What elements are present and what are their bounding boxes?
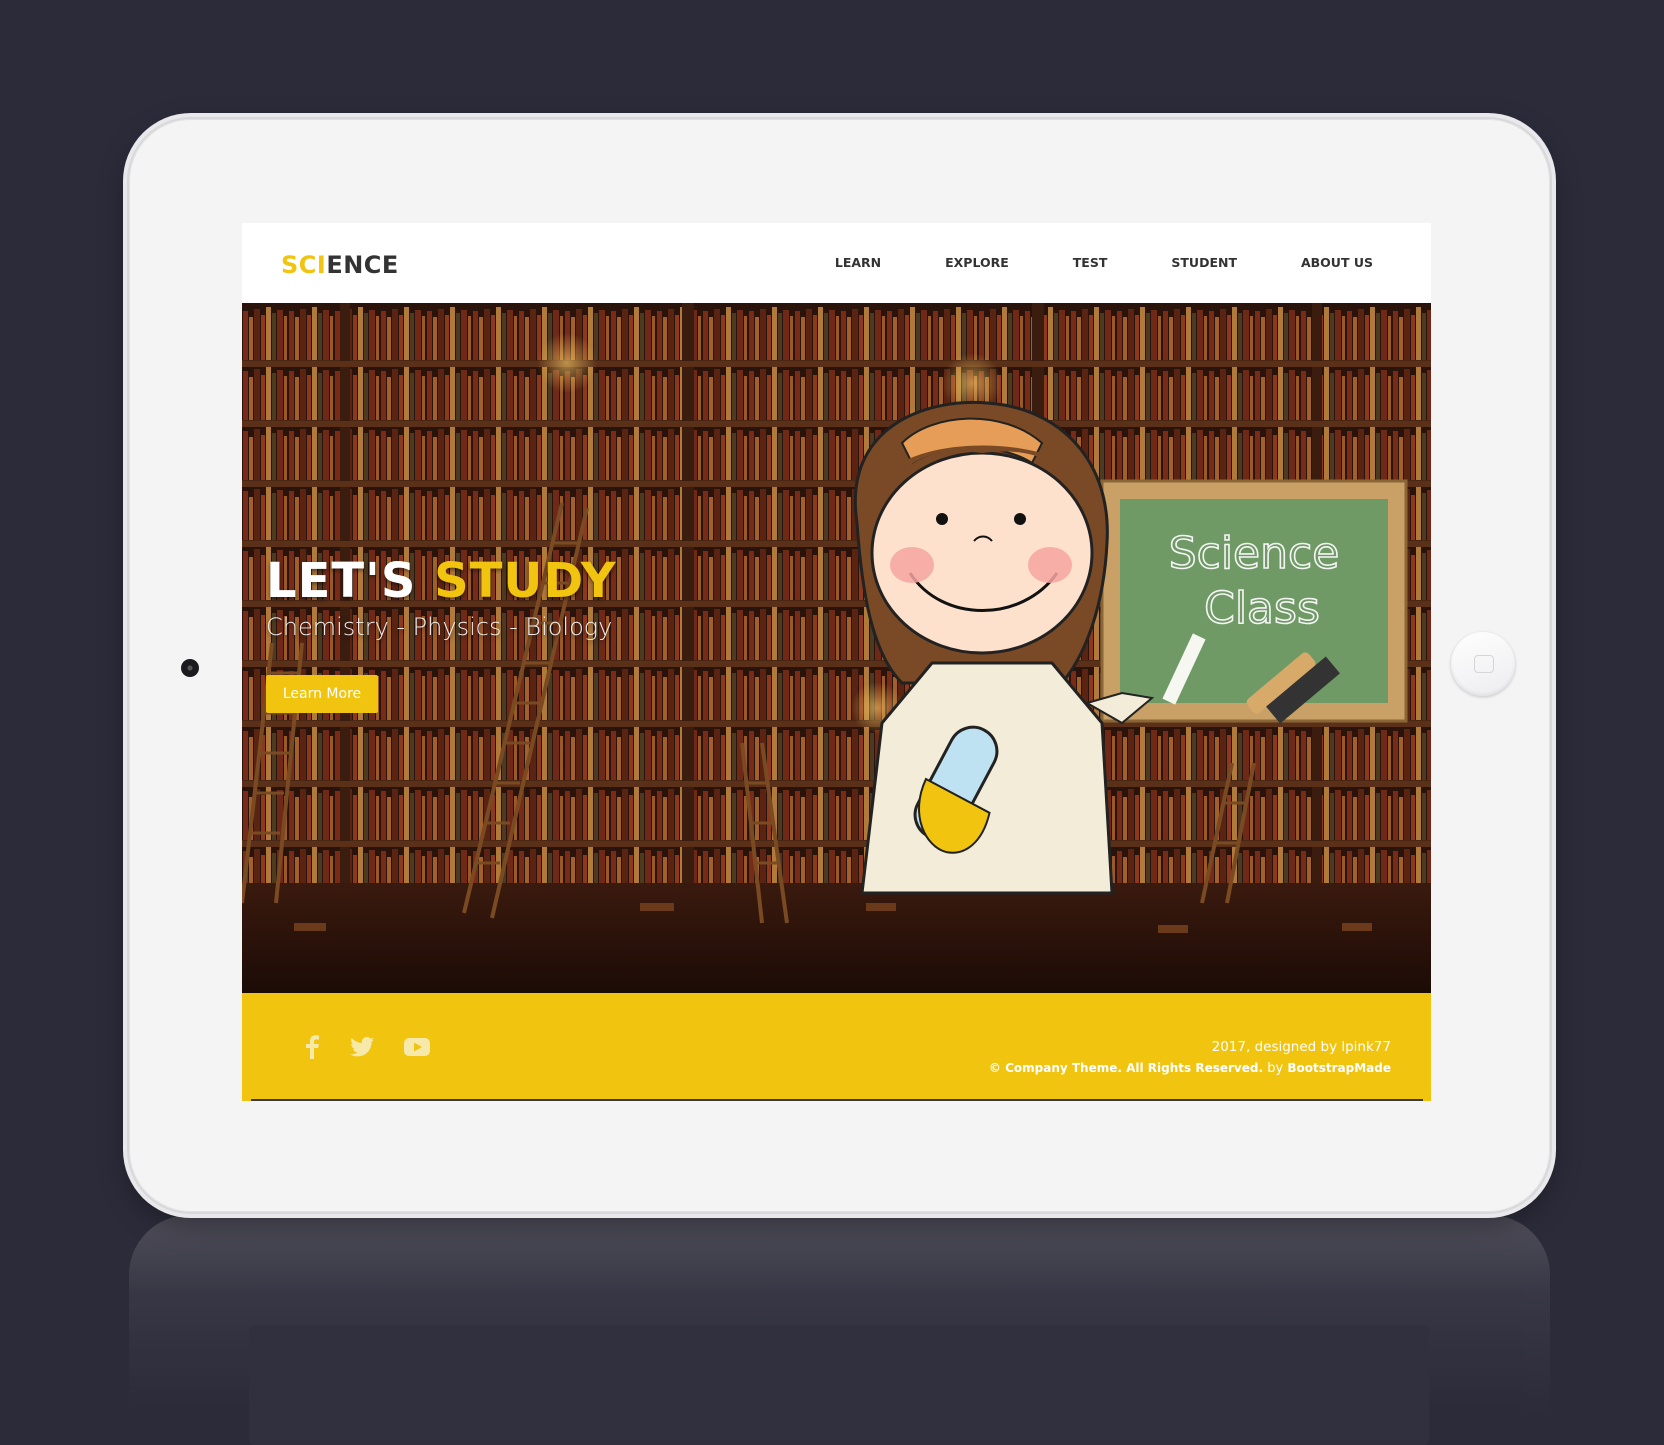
hero-title-highlight: STUDY (434, 553, 617, 609)
social-links (304, 1035, 430, 1063)
website-screen: SCIENCE LEARN EXPLORE TEST STUDENT ABOUT… (242, 223, 1431, 1101)
navbar: SCIENCE LEARN EXPLORE TEST STUDENT ABOUT… (242, 223, 1431, 303)
footer-rights: © Company Theme. All Rights Reserved. by… (989, 1061, 1391, 1076)
facebook-icon[interactable] (304, 1035, 320, 1063)
home-button[interactable] (1451, 632, 1515, 696)
footer: 2017, designed by lpink77 © Company Them… (242, 993, 1431, 1101)
hero-subtitle: Chemistry - Physics - Biology (266, 613, 613, 641)
camera-icon (181, 659, 199, 677)
site-logo[interactable]: SCIENCE (281, 251, 399, 279)
nav-explore[interactable]: EXPLORE (945, 255, 1009, 270)
main-nav: LEARN EXPLORE TEST STUDENT ABOUT US (771, 255, 1373, 270)
footer-divider (251, 1099, 1423, 1101)
bootstrapmade-link[interactable]: BootstrapMade (1287, 1061, 1391, 1075)
hero-banner: Science Class LET'S STUDY Chemistry - Ph… (242, 303, 1431, 993)
board-line-2: Class (1204, 583, 1320, 634)
tablet-reflection (129, 1215, 1550, 1445)
logo-part-1: SCI (281, 251, 327, 279)
footer-designed-by: 2017, designed by lpink77 (1211, 1039, 1391, 1055)
nav-learn[interactable]: LEARN (835, 255, 881, 270)
nav-student[interactable]: STUDENT (1171, 255, 1237, 270)
footer-by-label: by (1267, 1061, 1284, 1076)
hero-title-part-1: LET'S (266, 553, 435, 609)
board-line-1: Science (1169, 528, 1340, 579)
logo-part-2: ENCE (326, 251, 399, 279)
learn-more-button[interactable]: Learn More (266, 675, 378, 713)
twitter-icon[interactable] (350, 1037, 374, 1061)
nav-test[interactable]: TEST (1073, 255, 1108, 270)
nav-about-us[interactable]: ABOUT US (1301, 255, 1373, 270)
hero-title: LET'S STUDY (266, 553, 617, 609)
footer-copyright: 2017, designed by lpink77 © Company Them… (989, 1039, 1391, 1076)
youtube-icon[interactable] (404, 1037, 430, 1061)
library-illustration: Science Class (242, 303, 1431, 993)
footer-rights-text: © Company Theme. All Rights Reserved. (988, 1061, 1264, 1075)
